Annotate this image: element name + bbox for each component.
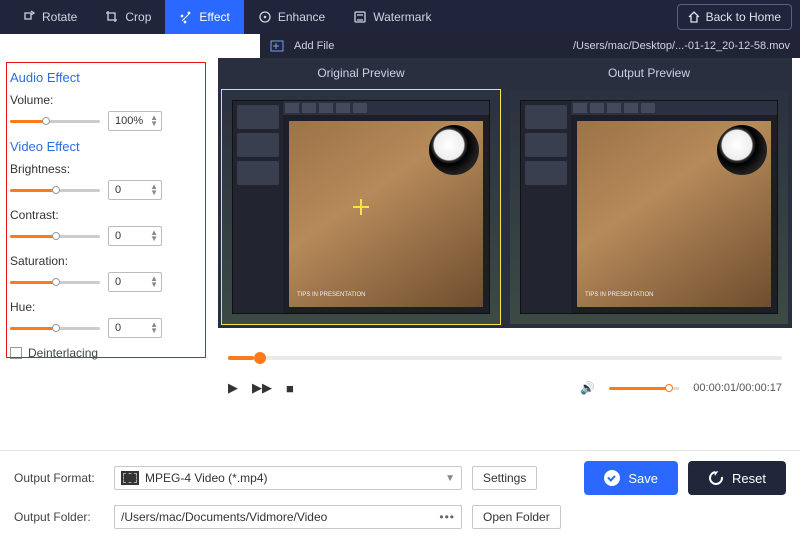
contrast-label: Contrast: <box>10 208 214 222</box>
timeline-slider[interactable] <box>228 356 782 360</box>
browse-icon[interactable]: ••• <box>439 510 455 524</box>
time-display: 00:00:01/00:00:17 <box>693 382 782 394</box>
fast-forward-button[interactable]: ▶▶ <box>252 380 272 396</box>
saturation-value: 0 <box>115 276 121 288</box>
playback-volume-slider[interactable] <box>609 382 679 394</box>
effect-icon <box>179 10 193 24</box>
hue-label: Hue: <box>10 300 214 314</box>
chevron-down-icon: ▼ <box>445 473 455 484</box>
tab-effect-label: Effect <box>199 10 229 24</box>
volume-slider[interactable] <box>10 114 100 128</box>
brightness-value: 0 <box>115 184 121 196</box>
tab-effect[interactable]: Effect <box>165 0 243 34</box>
tab-crop[interactable]: Crop <box>91 0 165 34</box>
contrast-input[interactable]: 0 ▲▼ <box>108 226 162 246</box>
output-format-select[interactable]: MPEG-4 Video (*.mp4) ▼ <box>114 466 462 490</box>
reset-button[interactable]: Reset <box>688 461 786 495</box>
output-format-value: MPEG-4 Video (*.mp4) <box>145 471 268 485</box>
crop-icon <box>105 10 119 24</box>
original-preview-label: Original Preview <box>218 58 504 90</box>
tab-enhance[interactable]: Enhance <box>244 0 339 34</box>
output-format-label: Output Format: <box>14 471 104 485</box>
video-effect-title: Video Effect <box>10 139 214 154</box>
original-preview[interactable]: TIPS IN PRESENTATION <box>222 90 500 324</box>
back-label: Back to Home <box>706 10 781 24</box>
output-preview-label: Output Preview <box>506 58 792 90</box>
deinterlacing-label: Deinterlacing <box>28 346 98 360</box>
enhance-icon <box>258 10 272 24</box>
play-button[interactable]: ▶ <box>228 380 238 396</box>
stepper-icon[interactable]: ▲▼ <box>150 184 158 196</box>
stepper-icon[interactable]: ▲▼ <box>150 115 158 127</box>
save-button[interactable]: Save <box>584 461 678 495</box>
reset-icon <box>708 470 724 486</box>
check-icon <box>604 470 620 486</box>
brightness-input[interactable]: 0 ▲▼ <box>108 180 162 200</box>
volume-icon[interactable]: 🔊 <box>580 381 595 395</box>
bottom-bar: Output Format: MPEG-4 Video (*.mp4) ▼ Se… <box>0 450 800 537</box>
effect-sidebar: Audio Effect Volume: 100% ▲▼ Video Effec… <box>0 58 218 450</box>
volume-label: Volume: <box>10 93 214 107</box>
slide-text: TIPS IN PRESENTATION <box>585 291 653 299</box>
hue-value: 0 <box>115 322 121 334</box>
brightness-slider[interactable] <box>10 183 100 197</box>
settings-button[interactable]: Settings <box>472 466 537 490</box>
stepper-icon[interactable]: ▲▼ <box>150 230 158 242</box>
rotate-icon <box>22 10 36 24</box>
output-folder-value: /Users/mac/Documents/Vidmore/Video <box>121 510 327 524</box>
stepper-icon[interactable]: ▲▼ <box>150 322 158 334</box>
tab-watermark[interactable]: Watermark <box>339 0 445 34</box>
addfile-icon <box>270 40 284 52</box>
hue-input[interactable]: 0 ▲▼ <box>108 318 162 338</box>
save-label: Save <box>628 471 658 486</box>
saturation-input[interactable]: 0 ▲▼ <box>108 272 162 292</box>
contrast-slider[interactable] <box>10 229 100 243</box>
saturation-slider[interactable] <box>10 275 100 289</box>
contrast-value: 0 <box>115 230 121 242</box>
volume-input[interactable]: 100% ▲▼ <box>108 111 162 131</box>
crosshair-icon <box>353 199 369 215</box>
slide-text: TIPS IN PRESENTATION <box>297 291 365 299</box>
brightness-label: Brightness: <box>10 162 214 176</box>
tab-enhance-label: Enhance <box>278 10 325 24</box>
open-folder-button[interactable]: Open Folder <box>472 505 561 529</box>
hue-slider[interactable] <box>10 321 100 335</box>
home-icon <box>688 11 700 23</box>
output-preview: TIPS IN PRESENTATION <box>510 90 788 324</box>
output-folder-path[interactable]: /Users/mac/Documents/Vidmore/Video ••• <box>114 505 462 529</box>
addfile-button[interactable]: Add File <box>294 40 334 52</box>
output-folder-label: Output Folder: <box>14 510 104 524</box>
preview-pane: Original Preview TIPS IN PRESENTATION Ou… <box>218 58 800 450</box>
reset-label: Reset <box>732 471 766 486</box>
file-bar: Add File /Users/mac/Desktop/...-01-12_20… <box>260 34 800 58</box>
tab-crop-label: Crop <box>125 10 151 24</box>
deinterlacing-checkbox[interactable] <box>10 347 22 359</box>
tab-watermark-label: Watermark <box>373 10 431 24</box>
tab-rotate-label: Rotate <box>42 10 77 24</box>
tab-rotate[interactable]: Rotate <box>8 0 91 34</box>
top-toolbar: Rotate Crop Effect Enhance Watermark Bac… <box>0 0 800 34</box>
back-to-home-button[interactable]: Back to Home <box>677 4 792 30</box>
format-icon <box>121 471 139 485</box>
audio-effect-title: Audio Effect <box>10 70 214 85</box>
stepper-icon[interactable]: ▲▼ <box>150 276 158 288</box>
saturation-label: Saturation: <box>10 254 214 268</box>
watermark-icon <box>353 10 367 24</box>
current-file-path: /Users/mac/Desktop/...-01-12_20-12-58.mo… <box>573 40 790 52</box>
stop-button[interactable]: ■ <box>286 381 294 396</box>
volume-value: 100% <box>115 115 143 127</box>
